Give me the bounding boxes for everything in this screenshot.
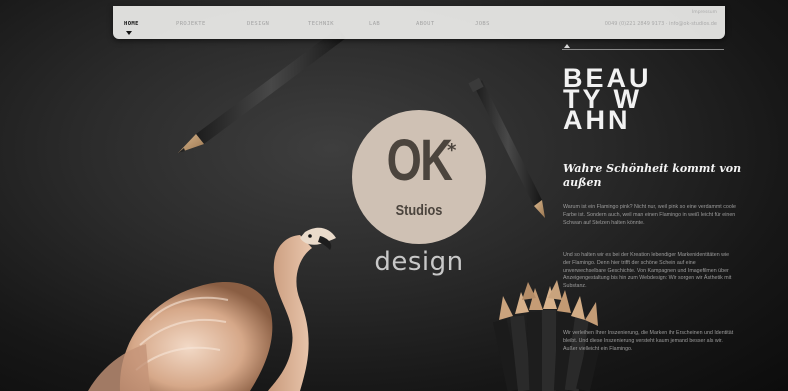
nav-item-about[interactable]: ABOUT [416,21,435,27]
collapse-caret-icon[interactable] [564,44,570,48]
flamingo [88,227,336,391]
nav-item-technik[interactable]: TECHNIK [308,21,334,27]
contact-info[interactable]: 0049 (0)221 2849 9173 · info@ok-studios.… [605,21,717,27]
column-divider [562,49,724,50]
hero-stage: HOME PROJEKTE DESIGN TECHNIK LAB ABOUT J… [0,0,788,391]
body-paragraph: Warum ist ein Flamingo pink? Nicht nur, … [563,204,736,226]
nav-item-design[interactable]: DESIGN [247,21,269,27]
body-paragraph: Und so halten wir es bei der Kreation le… [563,252,732,290]
body-paragraph: Wir verleihen Ihrer Inszenierung, die Ma… [563,330,734,352]
ok-studios-logo[interactable]: OK * Studios [352,110,486,244]
nav-item-jobs[interactable]: JOBS [475,21,490,27]
impressum-link[interactable]: Impressum [692,10,717,15]
nav-item-lab[interactable]: LAB [369,21,380,27]
logo-studios-text: Studios [395,202,443,219]
pencil-left [178,28,346,153]
logo-star-icon: * [447,140,457,161]
nav-item-home[interactable]: HOME [124,21,139,27]
logo-design-text: design [374,247,464,277]
top-navigation: HOME PROJEKTE DESIGN TECHNIK LAB ABOUT J… [113,6,725,39]
subheadline: Wahre Schönheit kommt von außen [563,162,742,189]
nav-item-projekte[interactable]: PROJEKTE [176,21,206,27]
active-indicator-icon [126,31,132,35]
headline: BEAU TY W AHN [563,65,652,134]
